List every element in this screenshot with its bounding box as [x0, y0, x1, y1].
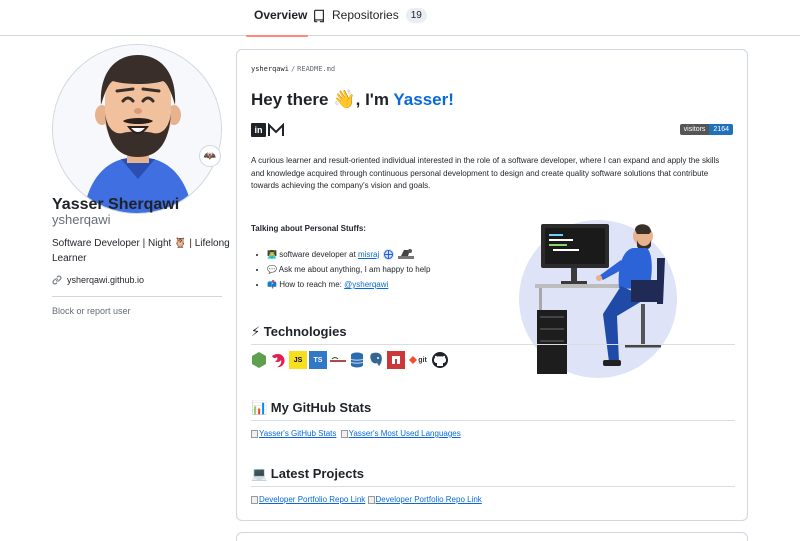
github-icon — [432, 352, 448, 368]
avatar[interactable] — [52, 44, 222, 214]
profile-username: ysherqawi — [52, 212, 111, 227]
misraj-link[interactable]: misraj — [358, 250, 379, 259]
technologist-icon: 👨‍💻 — [267, 250, 277, 259]
tab-repositories-label: Repositories — [332, 8, 399, 22]
mailbox-icon: 📫 — [267, 280, 277, 289]
readme-card: ysherqawi / README.md Hey there 👋, I'm Yas… — [236, 49, 748, 521]
developer-sticker-icon — [397, 249, 414, 260]
bat-icon: 🦇 — [203, 150, 217, 162]
project-link[interactable]: Developer Portfolio Repo Link — [376, 495, 482, 504]
avatar-illustration — [53, 45, 221, 213]
linkedin-icon[interactable]: in — [251, 123, 266, 137]
nodejs-icon — [252, 352, 266, 368]
greeting-name: Yasser! — [393, 90, 454, 109]
profile-website-text: ysherqawi.github.io — [67, 275, 145, 285]
tech-icons-row: JS TS git — [251, 351, 449, 369]
developer-illustration — [519, 220, 677, 378]
status-emoji-button[interactable]: 🦇 — [199, 145, 221, 167]
broken-image-icon — [251, 429, 258, 438]
tab-repositories[interactable]: Repositories 19 — [312, 8, 427, 36]
stats-link[interactable]: Yasser's GitHub Stats — [259, 429, 336, 438]
list-item-text: How to reach me: — [279, 280, 342, 289]
ysherqawi-link[interactable]: @ysherqawi — [344, 280, 388, 289]
waving-hand-icon: 👋 — [333, 89, 356, 109]
profile-website[interactable]: ysherqawi.github.io — [52, 275, 144, 285]
sidebar-divider — [52, 296, 222, 297]
list-item: 💬 Ask me about anything, I am happy to h… — [267, 262, 430, 277]
typescript-icon: TS — [309, 351, 327, 369]
list-item-text: Ask me about anything, I am happy to hel… — [278, 265, 431, 274]
nestjs-icon — [272, 353, 285, 368]
section-divider — [251, 486, 735, 487]
visitors-badge: visitors 2164 — [679, 124, 733, 135]
readme-path-sep: / — [290, 65, 296, 73]
javascript-icon: JS — [289, 351, 307, 369]
git-icon: git — [407, 351, 429, 369]
profile-tab-bar: Overview Repositories 19 — [0, 0, 800, 37]
repositories-count-badge: 19 — [405, 8, 427, 23]
section-divider — [251, 344, 735, 345]
technologies-heading: ⚡ Technologies — [251, 324, 347, 339]
readme-greeting: Hey there 👋, I'm Yasser! — [251, 89, 454, 110]
section-divider — [251, 420, 735, 421]
stats-images: Yasser's GitHub Stats Yasser's Most Used… — [251, 429, 463, 438]
readme-path: ysherqawi / README.md — [251, 65, 335, 73]
broken-image-icon — [251, 495, 258, 504]
tab-overview-label: Overview — [254, 8, 308, 22]
mongoose-icon — [330, 357, 346, 362]
repo-icon — [314, 9, 324, 23]
link-icon — [52, 275, 62, 285]
languages-link[interactable]: Yasser's Most Used Languages — [349, 429, 461, 438]
globe-icon — [382, 249, 394, 261]
readme-intro: A curious learner and result-oriented in… — [251, 156, 720, 190]
broken-image-icon — [340, 429, 348, 438]
visitors-badge-label: visitors — [679, 124, 710, 135]
medium-icon[interactable] — [268, 123, 285, 137]
personal-list: 👨‍💻 software developer at misraj 💬 Ask m… — [259, 247, 430, 292]
list-item: 📫 How to reach me: @ysherqawi — [267, 277, 430, 292]
talking-heading: Talking about Personal Stuffs: — [251, 224, 366, 233]
pinned-card — [236, 532, 748, 541]
social-links: in — [251, 123, 285, 137]
database-icon — [350, 352, 364, 368]
list-item-text: software developer at — [279, 250, 356, 259]
project-link[interactable]: Developer Portfolio Repo Link — [259, 495, 365, 504]
list-item: 👨‍💻 software developer at misraj — [267, 247, 430, 262]
broken-image-icon — [367, 495, 375, 504]
visitors-badge-count: 2164 — [709, 124, 733, 135]
project-images: Developer Portfolio Repo Link Developer … — [251, 495, 482, 504]
git-label: git — [418, 356, 427, 364]
stats-heading: 📊 My GitHub Stats — [251, 400, 372, 415]
greeting-prefix: Hey there — [251, 90, 329, 109]
readme-path-user[interactable]: ysherqawi — [251, 65, 289, 73]
projects-heading: 💻 Latest Projects — [251, 466, 365, 481]
profile-bio: Software Developer | Night 🦉 | Lifelong … — [52, 238, 230, 264]
tab-overview[interactable]: Overview — [246, 8, 308, 37]
block-or-report-link[interactable]: Block or report user — [52, 306, 131, 316]
speech-bubble-icon: 💬 — [267, 265, 277, 274]
npm-icon — [387, 351, 405, 369]
greeting-mid: , I'm — [355, 90, 389, 109]
readme-path-file: README.md — [297, 65, 336, 73]
postgresql-icon — [370, 352, 382, 366]
